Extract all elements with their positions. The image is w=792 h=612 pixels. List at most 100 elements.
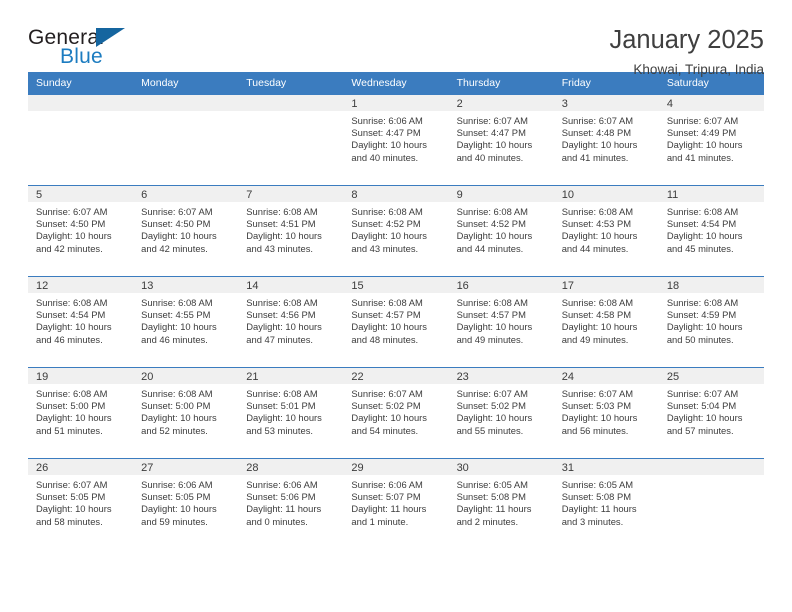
day-number: 5 [28, 186, 134, 202]
calendar-day-cell[interactable]: 11 Sunrise: 6:08 AM Sunset: 4:54 PM Dayligh… [658, 185, 764, 277]
daylight-duration-line1: Daylight: 10 hours [351, 412, 427, 424]
day-details [28, 111, 133, 115]
day-number: 24 [553, 368, 659, 384]
calendar-day-cell[interactable]: 29 Sunrise: 6:06 AM Sunset: 5:07 PM Dayligh… [343, 458, 449, 549]
daylight-duration-line2: and 53 minutes. [246, 424, 313, 436]
sunset-time: Sunset: 5:08 PM [561, 491, 632, 503]
sunset-time: Sunset: 4:54 PM [666, 218, 737, 230]
sunrise-time: Sunrise: 6:05 AM [561, 479, 634, 490]
day-number [658, 459, 764, 475]
page-header: General Blue January 2025 Khowai, Tripur… [28, 0, 764, 77]
day-number: 17 [553, 277, 659, 293]
daylight-duration-line2: and 49 minutes. [561, 333, 629, 345]
calendar-day-cell[interactable]: 15 Sunrise: 6:08 AM Sunset: 4:57 PM Dayligh… [343, 276, 449, 368]
day-number: 29 [343, 459, 449, 475]
sunrise-time: Sunrise: 6:06 AM [141, 479, 213, 490]
calendar-day-cell[interactable]: 13 Sunrise: 6:08 AM Sunset: 4:55 PM Dayligh… [133, 276, 239, 368]
calendar-day-cell-empty [238, 94, 344, 186]
daylight-duration-line1: Daylight: 10 hours [141, 230, 217, 242]
logo-text-blue: Blue [60, 45, 103, 68]
daylight-duration-line2: and 47 minutes. [246, 333, 313, 345]
daylight-duration-line2: and 43 minutes. [246, 242, 313, 254]
calendar-day-cell[interactable]: 14 Sunrise: 6:08 AM Sunset: 4:56 PM Dayligh… [238, 276, 344, 368]
day-number: 23 [448, 368, 554, 384]
calendar-day-cell[interactable]: 10 Sunrise: 6:08 AM Sunset: 4:53 PM Dayligh… [553, 185, 659, 277]
calendar-week-row: 1 Sunrise: 6:06 AM Sunset: 4:47 PM Daylight… [28, 94, 764, 186]
sunrise-time: Sunrise: 6:08 AM [36, 388, 108, 399]
day-number: 11 [658, 186, 764, 202]
day-number: 30 [448, 459, 554, 475]
sunrise-time: Sunrise: 6:07 AM [666, 388, 739, 399]
sunrise-time: Sunrise: 6:08 AM [141, 388, 213, 399]
daylight-duration-line2: and 44 minutes. [561, 242, 629, 254]
calendar-day-cell[interactable]: 7 Sunrise: 6:08 AM Sunset: 4:51 PM Daylight… [238, 185, 344, 277]
calendar-day-cell[interactable]: 19 Sunrise: 6:08 AM Sunset: 5:00 PM Dayligh… [28, 367, 134, 459]
daylight-duration-line1: Daylight: 10 hours [456, 321, 533, 333]
calendar-day-cell[interactable]: 12 Sunrise: 6:08 AM Sunset: 4:54 PM Dayligh… [28, 276, 134, 368]
calendar-day-cell[interactable]: 23 Sunrise: 6:07 AM Sunset: 5:02 PM Dayligh… [448, 367, 554, 459]
sunset-time: Sunset: 4:47 PM [351, 127, 421, 139]
day-number: 6 [133, 186, 239, 202]
calendar-day-cell[interactable]: 8 Sunrise: 6:08 AM Sunset: 4:52 PM Daylight… [343, 185, 449, 277]
sunrise-time: Sunrise: 6:07 AM [141, 206, 213, 217]
daylight-duration-line1: Daylight: 10 hours [666, 139, 743, 151]
day-number: 20 [133, 368, 239, 384]
title-block: January 2025 Khowai, Tripura, India [609, 26, 764, 77]
calendar-day-cell[interactable]: 24 Sunrise: 6:07 AM Sunset: 5:03 PM Dayligh… [553, 367, 659, 459]
daylight-duration-line2: and 42 minutes. [36, 242, 103, 254]
calendar-day-cell[interactable]: 16 Sunrise: 6:08 AM Sunset: 4:57 PM Dayligh… [448, 276, 554, 368]
daylight-duration-line2: and 46 minutes. [141, 333, 208, 345]
calendar-day-cell[interactable]: 31 Sunrise: 6:05 AM Sunset: 5:08 PM Dayligh… [553, 458, 659, 549]
day-details: Sunrise: 6:08 AM Sunset: 4:58 PM Daylight:… [554, 293, 659, 346]
day-details: Sunrise: 6:06 AM Sunset: 4:47 PM Daylight:… [343, 111, 448, 164]
sunset-time: Sunset: 4:56 PM [246, 309, 316, 321]
calendar-day-cell[interactable]: 25 Sunrise: 6:07 AM Sunset: 5:04 PM Dayligh… [658, 367, 764, 459]
daylight-duration-line1: Daylight: 11 hours [561, 503, 637, 515]
day-details: Sunrise: 6:08 AM Sunset: 4:52 PM Daylight:… [343, 202, 448, 255]
calendar-day-cell[interactable]: 1 Sunrise: 6:06 AM Sunset: 4:47 PM Daylight… [343, 94, 449, 186]
sunrise-time: Sunrise: 6:08 AM [561, 206, 634, 217]
general-blue-logo[interactable]: General Blue [28, 26, 143, 72]
calendar-day-cell[interactable]: 9 Sunrise: 6:08 AM Sunset: 4:52 PM Daylight… [448, 185, 554, 277]
daylight-duration-line1: Daylight: 10 hours [351, 321, 427, 333]
calendar-day-cell-empty [658, 458, 764, 549]
calendar-day-cell[interactable]: 18 Sunrise: 6:08 AM Sunset: 4:59 PM Dayligh… [658, 276, 764, 368]
daylight-duration-line2: and 44 minutes. [456, 242, 524, 254]
day-details: Sunrise: 6:08 AM Sunset: 4:52 PM Daylight:… [449, 202, 554, 255]
calendar-day-cell[interactable]: 21 Sunrise: 6:08 AM Sunset: 5:01 PM Dayligh… [238, 367, 344, 459]
daylight-duration-line1: Daylight: 10 hours [36, 503, 112, 515]
daylight-duration-line1: Daylight: 10 hours [36, 412, 112, 424]
calendar-day-cell[interactable]: 3 Sunrise: 6:07 AM Sunset: 4:48 PM Daylight… [553, 94, 659, 186]
calendar-day-cell[interactable]: 6 Sunrise: 6:07 AM Sunset: 4:50 PM Daylight… [133, 185, 239, 277]
sunrise-time: Sunrise: 6:07 AM [561, 388, 634, 399]
daylight-duration-line1: Daylight: 10 hours [36, 321, 112, 333]
sunset-time: Sunset: 4:49 PM [666, 127, 737, 139]
daylight-duration-line1: Daylight: 11 hours [456, 503, 532, 515]
day-details: Sunrise: 6:07 AM Sunset: 4:50 PM Daylight:… [28, 202, 133, 255]
calendar-day-cell[interactable]: 20 Sunrise: 6:08 AM Sunset: 5:00 PM Dayligh… [133, 367, 239, 459]
calendar-day-cell[interactable]: 4 Sunrise: 6:07 AM Sunset: 4:49 PM Daylight… [658, 94, 764, 186]
calendar-day-cell[interactable]: 2 Sunrise: 6:07 AM Sunset: 4:47 PM Daylight… [448, 94, 554, 186]
day-number: 22 [343, 368, 449, 384]
sunrise-time: Sunrise: 6:08 AM [246, 388, 318, 399]
day-number: 19 [28, 368, 134, 384]
day-details: Sunrise: 6:07 AM Sunset: 4:49 PM Daylight:… [659, 111, 764, 164]
calendar-day-cell[interactable]: 28 Sunrise: 6:06 AM Sunset: 5:06 PM Dayligh… [238, 458, 344, 549]
calendar-day-cell[interactable]: 30 Sunrise: 6:05 AM Sunset: 5:08 PM Dayligh… [448, 458, 554, 549]
sunset-time: Sunset: 4:59 PM [666, 309, 737, 321]
calendar-day-cell[interactable]: 26 Sunrise: 6:07 AM Sunset: 5:05 PM Dayligh… [28, 458, 134, 549]
sunrise-time: Sunrise: 6:07 AM [456, 115, 528, 126]
calendar-day-cell[interactable]: 22 Sunrise: 6:07 AM Sunset: 5:02 PM Dayligh… [343, 367, 449, 459]
sunset-time: Sunset: 4:50 PM [141, 218, 211, 230]
day-number: 7 [238, 186, 344, 202]
sunset-time: Sunset: 4:58 PM [561, 309, 632, 321]
sunrise-time: Sunrise: 6:08 AM [141, 297, 213, 308]
daylight-duration-line1: Daylight: 10 hours [561, 412, 638, 424]
calendar-day-cell[interactable]: 5 Sunrise: 6:07 AM Sunset: 4:50 PM Daylight… [28, 185, 134, 277]
sunset-time: Sunset: 5:00 PM [36, 400, 106, 412]
daylight-duration-line1: Daylight: 10 hours [246, 321, 322, 333]
calendar-day-cell[interactable]: 27 Sunrise: 6:06 AM Sunset: 5:05 PM Dayligh… [133, 458, 239, 549]
daylight-duration-line1: Daylight: 10 hours [36, 230, 112, 242]
sunrise-time: Sunrise: 6:08 AM [666, 297, 739, 308]
calendar-day-cell[interactable]: 17 Sunrise: 6:08 AM Sunset: 4:58 PM Dayligh… [553, 276, 659, 368]
